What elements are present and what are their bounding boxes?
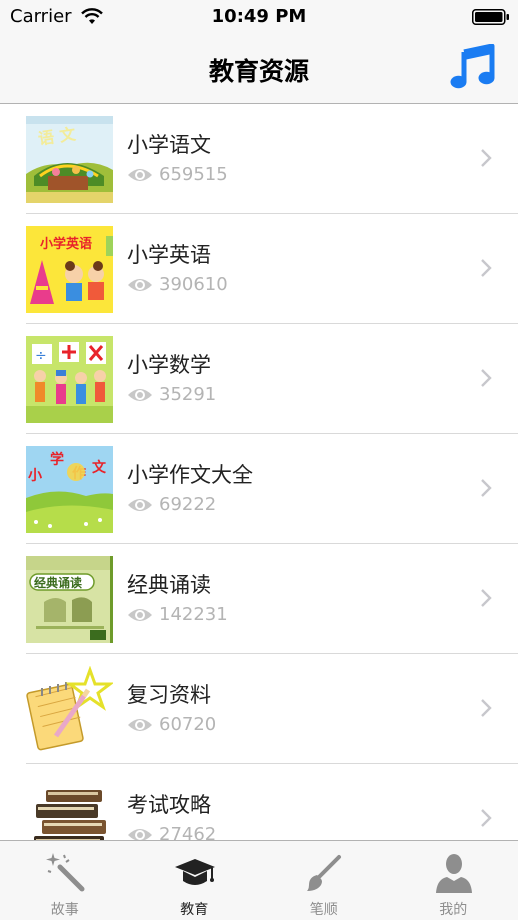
eye-icon [128,719,152,731]
view-count: 142231 [159,604,228,625]
chevron-right-icon [481,809,492,827]
tab-bar: 故事 教育 笔顺 我的 [0,840,518,920]
list-item-math[interactable]: ÷ 小学数学 35291 [0,324,518,434]
item-title: 复习资料 [127,683,211,707]
tab-education[interactable]: 教育 [130,841,260,920]
english-textbook-cover: 小学英语 [26,226,113,313]
view-count: 27462 [159,824,217,840]
list-item-classics[interactable]: 经典诵读 经典诵读 142231 [0,544,518,654]
music-note-icon[interactable] [450,44,496,90]
tab-label: 笔顺 [309,902,338,918]
svg-text:÷: ÷ [35,348,47,364]
chevron-right-icon [481,259,492,277]
battery-icon [472,9,509,25]
list-item-chinese[interactable]: 语 文 小学语文 659515 [0,104,518,214]
list-item-review[interactable]: 复习资料 60720 [0,654,518,764]
chevron-right-icon [481,699,492,717]
list-item-english[interactable]: 小学英语 小学英语 390610 [0,214,518,324]
graduation-cap-icon [174,859,215,885]
cover-caption-char: 小 [28,468,42,484]
eye-icon [128,389,152,401]
tab-stroke-order[interactable]: 笔顺 [259,841,389,920]
eye-icon [128,499,152,511]
item-title: 经典诵读 [127,573,211,597]
notebook-star-icon [26,666,113,753]
magic-wand-icon [46,853,85,892]
chevron-right-icon [481,589,492,607]
page-title: 教育资源 [208,57,309,86]
math-textbook-cover: ÷ [26,336,113,423]
resource-list: 语 文 小学语文 659515 小学英语 小学英语 390610 ÷ 小学数学 … [0,104,518,840]
classics-reading-cover: 经典诵读 [26,556,113,643]
list-item-composition[interactable]: 小 学 作 文 小学作文大全 69222 [0,434,518,544]
status-time: 10:49 PM [211,6,307,27]
chevron-right-icon [481,479,492,497]
user-icon [435,854,472,893]
tab-stories[interactable]: 故事 [0,841,130,920]
cover-caption: 小学英语 [40,236,92,252]
eye-icon [128,279,152,291]
item-title: 小学作文大全 [127,463,253,487]
view-count: 69222 [159,494,217,515]
tab-label: 我的 [439,902,468,918]
view-count: 60720 [159,714,217,735]
eye-icon [128,169,152,181]
chinese-textbook-cover: 语 文 [26,116,113,203]
tab-label: 故事 [50,902,79,918]
view-count: 659515 [159,164,228,185]
tab-label: 教育 [180,902,209,918]
item-title: 小学语文 [127,133,211,157]
cover-caption: 经典诵读 [34,575,82,590]
item-title: 小学英语 [127,243,211,267]
brush-icon [307,855,341,891]
item-title: 考试攻略 [127,793,211,817]
chevron-right-icon [481,149,492,167]
list-item-exam[interactable]: 考试攻略 27462 [0,764,518,840]
cover-caption-char: 文 [92,459,107,476]
composition-cover: 小 学 作 文 [26,446,113,533]
eye-icon [128,609,152,621]
cover-caption-char: 学 [50,451,64,468]
eye-icon [128,829,152,840]
navigation-bar: 教育资源 [0,34,518,104]
view-count: 35291 [159,384,217,405]
view-count: 390610 [159,274,228,295]
app-screen: Carrier 10:49 PM 教育资源 语 文 小学语文 659515 小学… [0,0,518,920]
item-title: 小学数学 [127,353,211,377]
chevron-right-icon [481,369,492,387]
book-stack-icon [26,776,113,840]
tab-mine[interactable]: 我的 [389,841,518,920]
status-bar: Carrier 10:49 PM [0,0,518,34]
